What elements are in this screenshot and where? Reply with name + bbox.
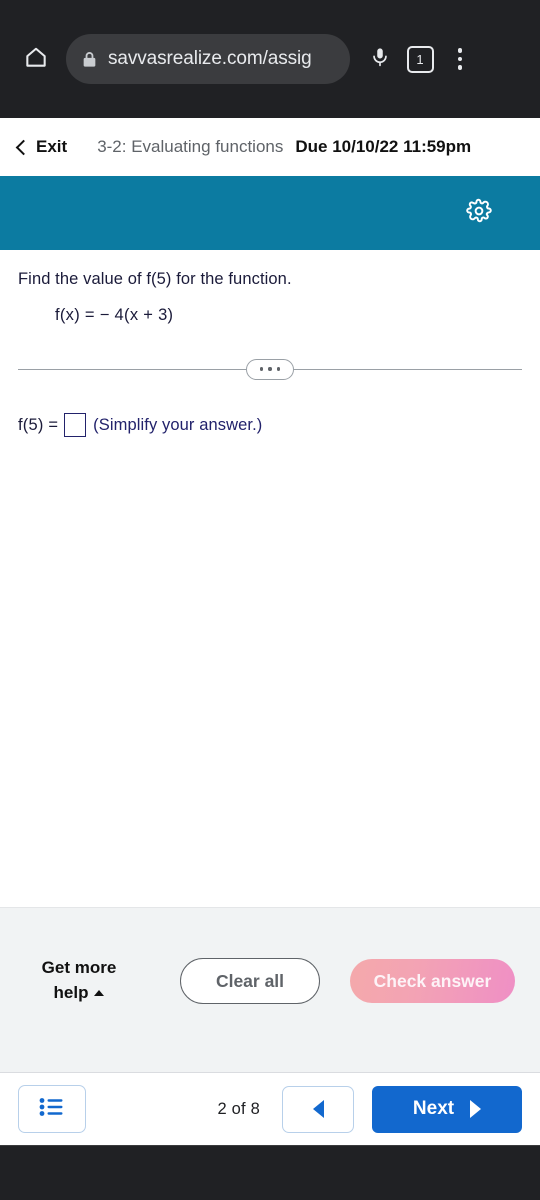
kebab-menu-icon [457,48,463,70]
page-counter: 2 of 8 [217,1099,260,1118]
previous-question-button[interactable] [282,1085,354,1133]
answer-hint: (Simplify your answer.) [93,415,263,434]
answer-label: f(5) = [18,415,59,434]
problem-equation: f(x) = − 4(x + 3) [55,306,174,324]
assignment-header: Exit 3-2: Evaluating functions Due 10/10… [0,118,540,176]
microphone-icon [369,45,391,74]
chevron-left-icon [15,139,32,155]
problem-prompt: Find the value of f(5) for the function. [18,270,292,288]
system-navigation-band [0,1145,540,1200]
triangle-left-icon [312,1100,324,1118]
navigation-bar: 2 of 8 Next [0,1072,540,1145]
home-icon [23,44,49,75]
browser-toolbar: savvasrealize.com/assig 1 [0,0,540,118]
answer-row: f(5) = (Simplify your answer.) [18,413,522,437]
action-bar: Get more help Clear all Check answer [0,907,540,1072]
app-page: Exit 3-2: Evaluating functions Due 10/10… [0,118,540,1145]
clear-all-button[interactable]: Clear all [180,958,320,1004]
section-divider [18,358,522,380]
question-list-button[interactable] [18,1085,86,1133]
dot-3 [276,367,281,371]
exit-label: Exit [36,137,68,156]
voice-search-button[interactable] [360,37,400,81]
get-help-line-1: Get more [41,958,117,978]
gear-icon[interactable] [466,198,492,229]
exit-button[interactable]: Exit [12,133,71,161]
ellipsis-expander-button[interactable] [246,358,294,380]
get-help-line-2: help [53,983,89,1002]
browser-menu-button[interactable] [440,37,480,81]
device-screen: savvasrealize.com/assig 1 Exit 3-2: Eval… [0,0,540,1200]
url-text: savvasrealize.com/assig [108,48,312,69]
tab-count-badge: 1 [406,45,434,73]
caret-up-icon [94,990,105,996]
lock-icon [82,51,97,68]
next-label: Next [412,1098,455,1119]
next-question-button[interactable]: Next [372,1085,522,1133]
assignment-due-date: Due 10/10/22 11:59pm [295,137,472,156]
tab-switcher-button[interactable]: 1 [400,37,440,81]
bulleted-list-icon [38,1096,66,1123]
get-more-help-button[interactable]: Get more help [20,956,138,1005]
triangle-right-icon [470,1100,482,1118]
assignment-title: 3-2: Evaluating functions [97,137,284,156]
check-answer-button[interactable]: Check answer [350,959,515,1003]
dot-1 [259,367,264,371]
answer-input[interactable] [64,413,87,437]
address-bar[interactable]: savvasrealize.com/assig [66,34,350,84]
home-button[interactable] [14,37,58,81]
dot-2 [268,367,272,371]
problem-body: Find the value of f(5) for the function.… [0,250,540,907]
problem-toolbar [0,176,540,250]
